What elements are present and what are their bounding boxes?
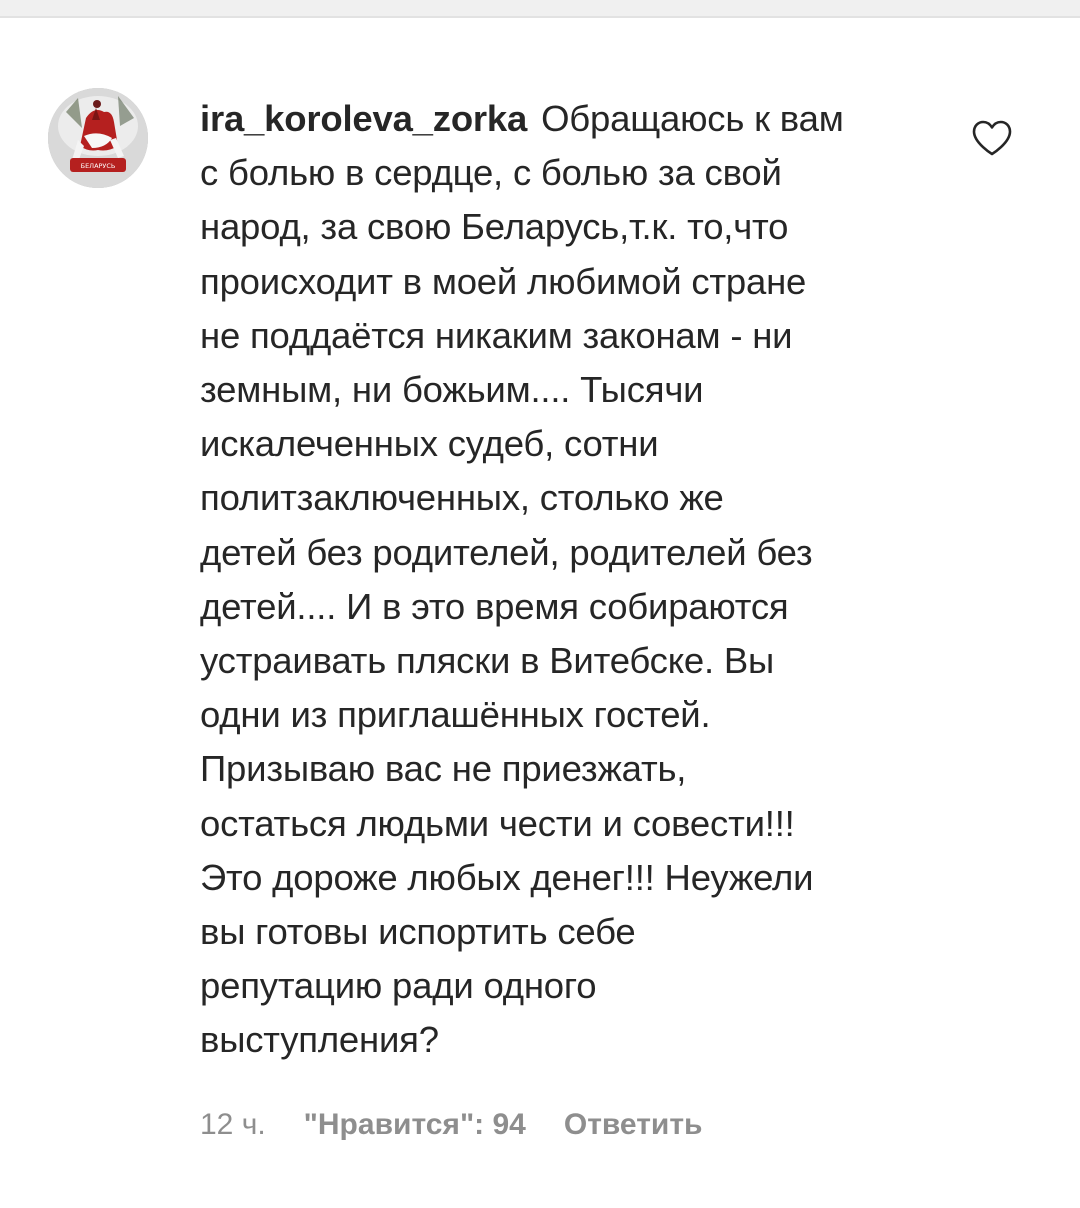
comment-line: Это дороже любых денег!!! Неужели bbox=[200, 856, 814, 898]
comment-line: детей.... И в это время собираются bbox=[200, 585, 789, 627]
comment-username[interactable]: ira_koroleva_zorka bbox=[200, 98, 527, 139]
comment-line: устраивать пляски в Витебске. Вы bbox=[200, 640, 775, 682]
comment-line: репутацию ради одного bbox=[200, 965, 597, 1007]
comment-line: не поддаётся никаким законам - ни bbox=[200, 314, 793, 356]
top-divider-strip bbox=[0, 0, 1080, 18]
avatar-pahonia-emblem-icon: БЕЛАРУСЬ bbox=[48, 88, 148, 188]
comment-line: остаться людьми чести и совести!!! bbox=[200, 802, 795, 844]
comment-line: вы готовы испортить себе bbox=[200, 911, 636, 953]
comment-body: ira_koroleva_zorka Обращаюсь к вам с бол… bbox=[200, 92, 940, 1068]
comment-meta: 12 ч. "Нравится": 94 Ответить bbox=[200, 1100, 703, 1150]
comment-line: политзаключенных, столько же bbox=[200, 477, 724, 519]
svg-text:БЕЛАРУСЬ: БЕЛАРУСЬ bbox=[81, 162, 116, 170]
comment-line: Призываю вас не приезжать, bbox=[200, 748, 687, 790]
like-comment-button[interactable] bbox=[970, 118, 1014, 158]
comment-line: народ, за свою Беларусь,т.к. то,что bbox=[200, 206, 789, 248]
comment-line: происходит в моей любимой стране bbox=[200, 260, 807, 302]
comment-text: Обращаюсь к вам bbox=[541, 98, 844, 139]
comment-line: земным, ни божьим.... Тысячи bbox=[200, 369, 704, 411]
comment-line: детей без родителей, родителей без bbox=[200, 531, 813, 573]
reply-button[interactable]: Ответить bbox=[564, 1108, 703, 1142]
comment-line: выступления? bbox=[200, 1019, 439, 1061]
comment-line: одни из приглашённых гостей. bbox=[200, 694, 711, 736]
heart-outline-icon bbox=[972, 120, 1012, 156]
comment-line-1: ira_koroleva_zorka Обращаюсь к вам bbox=[200, 92, 940, 146]
comment-line: с болью в сердце, с болью за свой bbox=[200, 152, 782, 194]
comment-timestamp: 12 ч. bbox=[200, 1108, 266, 1141]
comment-line: искалеченных судеб, сотни bbox=[200, 423, 659, 465]
user-avatar[interactable]: БЕЛАРУСЬ bbox=[48, 88, 148, 188]
likes-count-link[interactable]: "Нравится": 94 bbox=[304, 1108, 526, 1142]
